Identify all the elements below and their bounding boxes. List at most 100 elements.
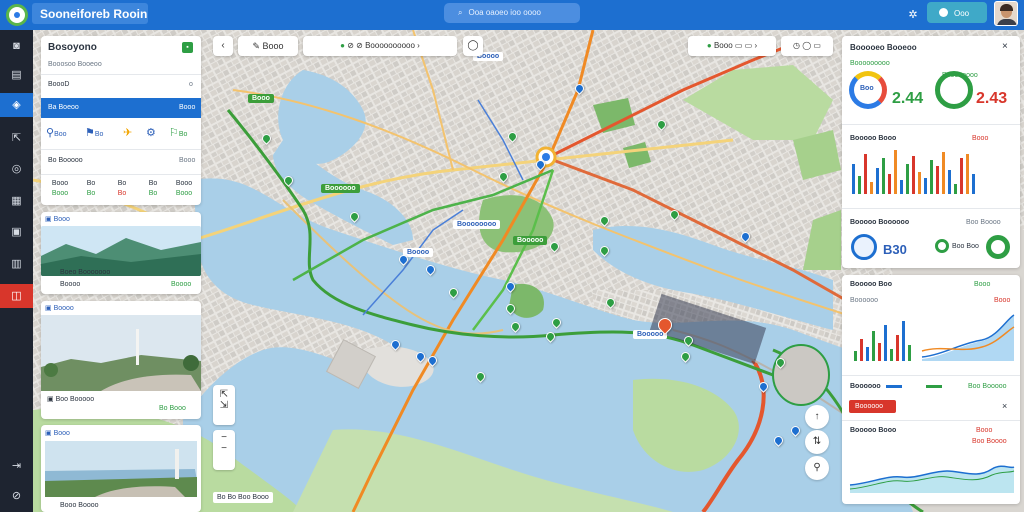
stat-item: Booo Booo <box>51 180 69 197</box>
zoom-controls[interactable]: − − <box>213 430 235 470</box>
place-title: ▣ Booo <box>45 430 70 437</box>
inbox-icon[interactable]: ▤ <box>0 63 33 87</box>
place-sub: Boooo <box>60 281 81 288</box>
zoom-in-icon[interactable]: − <box>213 430 235 443</box>
locate-icon[interactable]: ◯ <box>463 36 483 56</box>
chart-title: Booooo Booo <box>850 427 897 434</box>
chart-sub: Boooooo <box>850 297 879 304</box>
bar-mark <box>900 180 903 194</box>
route-panel: Bosoyono ▪ Booosoo Booeoo BoooD o Ba Boe… <box>41 36 201 205</box>
kpi-value: 2.44 <box>892 90 924 107</box>
bar-mark <box>918 172 921 194</box>
gauge-small: Boo Boo <box>952 243 979 250</box>
place-selector[interactable]: ● ⊘ ⊘ Boooooooooo › <box>303 36 457 56</box>
bar-mark <box>948 170 951 194</box>
kpi-value: 2.43 <box>976 90 1008 107</box>
chart-tag: Booo <box>976 427 993 434</box>
bar-mark <box>876 168 879 194</box>
panel-row-label: BoooD <box>48 81 70 88</box>
exit-icon[interactable]: ⇥ <box>0 454 33 478</box>
bike-mode-icon[interactable]: ✈ <box>123 126 132 139</box>
place-price: Bo Booo <box>159 405 186 412</box>
walk-icon[interactable]: ⚲ <box>805 456 829 480</box>
tilt-icon[interactable]: ⇅ <box>805 430 829 454</box>
place-card[interactable]: ▣ Booo Booo Boooo <box>41 425 201 512</box>
map-tools[interactable]: ⇱ ⇲ <box>213 385 235 425</box>
app-title: Sooneiforeb Rooin <box>32 3 148 24</box>
car-mode-icon[interactable]: ⚙ <box>146 126 156 139</box>
gauge-value: B30 <box>883 242 907 257</box>
panel-row-value: Booo <box>179 157 196 164</box>
bar-mark <box>936 166 939 194</box>
train-mode-icon[interactable]: ⚐Bo <box>169 126 187 139</box>
red-action-button[interactable]: Boooooo <box>849 400 896 413</box>
back-icon[interactable]: ‹ <box>213 36 233 56</box>
trend-panel: Booooo Boo Booo Boooooo Booo Boooooo Boo… <box>842 275 1020 504</box>
time-filter[interactable]: ◷ ◯ ▭ <box>781 36 833 56</box>
search-icon: ⌕ <box>458 8 463 17</box>
settings-icon[interactable]: ✲ <box>907 8 919 21</box>
bar-mark <box>906 164 909 194</box>
map-label[interactable]: Boooooooo <box>453 220 501 229</box>
place-card[interactable]: ▣ Boooo ▣ Boo Booooo Bo Booo <box>41 301 201 419</box>
selected-row[interactable]: Ba Boeoo Booo <box>41 98 201 118</box>
place-card[interactable]: ▣ Booo Boeo Booooooo Boooo Boooo <box>41 212 201 294</box>
place-name: Boeo Booooooo <box>60 269 111 276</box>
bar-mark <box>870 182 873 194</box>
panel-row-value: o <box>189 81 193 88</box>
compass-icon[interactable]: ◎ <box>0 157 33 181</box>
stats-title: Booooeo Booeoo <box>850 43 917 52</box>
camera-icon[interactable]: ◙ <box>0 34 33 58</box>
bus-mode-icon[interactable]: ⚑Bo <box>85 126 103 139</box>
bar-mark <box>930 160 933 194</box>
search-input[interactable]: ⌕ Ooa oaoeo ioo oooo <box>444 3 580 23</box>
panel-subtitle: Booosoo Booeoo <box>48 61 102 68</box>
chart-value: Boo Boooo <box>972 438 1007 445</box>
close-icon[interactable]: × <box>1002 401 1007 411</box>
kpi-ring <box>935 71 973 109</box>
basket-icon[interactable]: ◫ <box>0 284 33 308</box>
kpi-label: Booooooooo <box>850 60 890 67</box>
close-icon[interactable]: ▪ <box>182 42 193 53</box>
gauge-mini <box>935 239 949 253</box>
close-icon[interactable]: × <box>1002 41 1008 52</box>
export-icon[interactable]: ⇱ <box>0 126 33 150</box>
chart-icon[interactable]: ▥ <box>0 252 33 276</box>
chart-tag: Booo <box>972 135 989 142</box>
map-label[interactable]: Booooo <box>513 236 548 245</box>
bar-mark <box>954 184 957 194</box>
bar-mark <box>912 156 915 194</box>
clipboard-icon[interactable]: ▣ <box>0 220 33 244</box>
chart-title: Booooo Booo <box>850 135 897 142</box>
draw-tools[interactable]: ✎ Booo <box>238 36 298 56</box>
top-bar: Sooneiforeb Rooin ⌕ Ooa oaoeo ioo oooo ✲ … <box>0 0 1024 30</box>
map-scale: Bo Bo Boo Booo <box>213 492 273 503</box>
stat-item: Booo Booo <box>175 180 193 197</box>
layer-toggle[interactable]: ● Booo ▭ ▭ › <box>688 36 776 56</box>
place-photo <box>45 441 197 497</box>
area-line-chart <box>849 465 1015 493</box>
search-placeholder: Ooa oaoeo ioo oooo <box>468 8 541 17</box>
chart-title: Booooo Boo <box>850 281 892 288</box>
place-title: ▣ Booo <box>45 216 70 223</box>
settings-icon[interactable]: ⊘ <box>0 484 33 508</box>
bar-mark <box>966 154 969 194</box>
chart-tag: Boo Boooo <box>966 219 1001 226</box>
bar-mark <box>960 158 963 194</box>
map-label[interactable]: Boooooo <box>321 184 360 193</box>
compass-icon[interactable]: ↑ <box>805 405 829 429</box>
stats-panel: Booooeo Booeoo × Booooooooo Boo 2.44 Boo… <box>842 36 1020 268</box>
gauge-ring <box>986 235 1010 259</box>
layers-icon[interactable]: ▦ <box>0 189 33 213</box>
route-icon[interactable]: ◈ <box>0 93 33 117</box>
panel-title: Bosoyono <box>48 42 97 53</box>
avatar[interactable] <box>994 1 1018 26</box>
walk-mode-icon[interactable]: ⚲Boo <box>46 126 67 139</box>
chart-delta: Booo <box>994 297 1011 304</box>
zoom-out-icon[interactable]: − <box>213 443 235 454</box>
top-action-button[interactable]: Ooo <box>927 2 987 23</box>
map-label[interactable]: Boooo <box>403 248 434 257</box>
legend-swatch <box>886 385 902 388</box>
map-label[interactable]: Booo <box>248 94 274 103</box>
place-price: Boooo <box>171 281 192 288</box>
